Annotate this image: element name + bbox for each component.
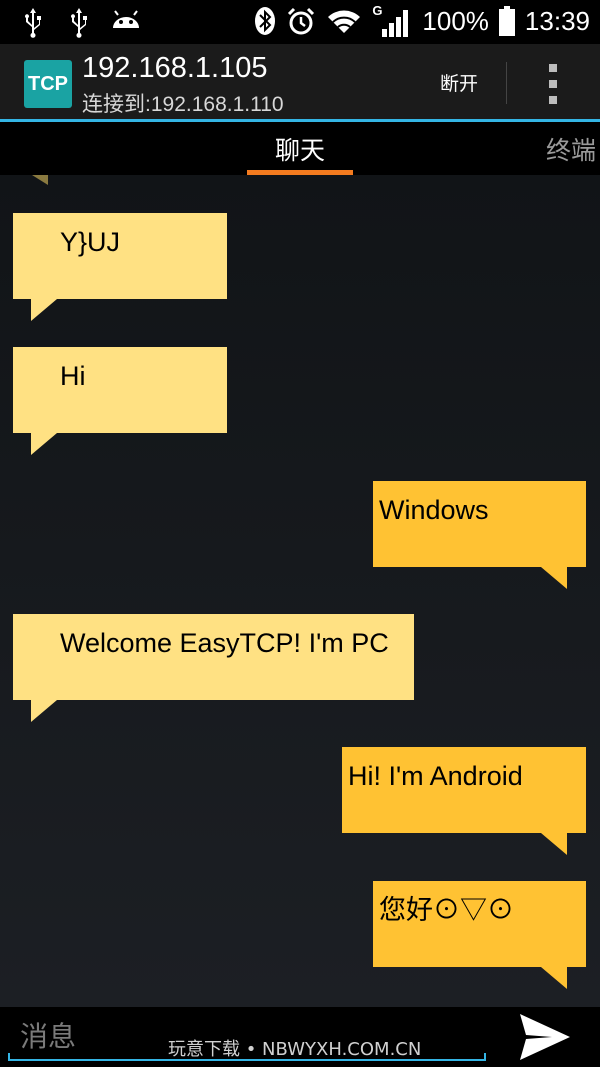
alarm-icon: [288, 7, 315, 35]
message-bubble-incoming[interactable]: Y}UJ: [13, 213, 227, 321]
status-bar: G 100% 13:39: [0, 0, 600, 44]
network-type-label: G: [372, 3, 383, 18]
tab-bar: 聊天 终端: [0, 122, 600, 175]
system-status-icons: G 100% 13:39: [254, 3, 590, 38]
battery-icon: [498, 6, 515, 36]
signal-indicator: G: [372, 3, 412, 37]
wifi-icon: [328, 10, 361, 34]
local-ip-title: 192.168.1.105: [82, 52, 268, 84]
message-bubble-outgoing[interactable]: 您好⊙▽⊙: [373, 881, 586, 989]
message-text: Windows: [379, 495, 489, 525]
message-bubble-incoming[interactable]: Welcome EasyTCP! I'm PC: [13, 614, 414, 722]
clock: 13:39: [524, 6, 590, 36]
message-text: 您好⊙▽⊙: [379, 895, 514, 925]
message-text: Welcome EasyTCP! I'm PC: [60, 628, 389, 658]
app-icon[interactable]: TCP: [24, 60, 72, 108]
send-button[interactable]: [514, 1009, 576, 1065]
bluetooth-icon: [255, 7, 276, 35]
message-bubble-incoming[interactable]: Hi: [13, 347, 227, 455]
message-text: Hi: [60, 361, 86, 391]
action-bar: TCP 192.168.1.105 连接到:192.168.1.110 断开: [0, 44, 600, 120]
signal-icon: [382, 10, 409, 37]
message-bubble-outgoing[interactable]: Windows: [373, 481, 586, 589]
chat-list[interactable]: Y}UJ Hi Windows Welcome EasyTCP! I'm PC …: [0, 175, 600, 1007]
previous-bubble-tail: [32, 175, 48, 185]
usb-icon: [71, 8, 87, 38]
disconnect-button[interactable]: 断开: [418, 64, 500, 100]
connection-subtitle: 连接到:192.168.1.110: [82, 93, 284, 116]
send-icon: [520, 1014, 570, 1060]
tab-chat-label: 聊天: [274, 135, 325, 165]
usb-icon: [25, 8, 41, 38]
message-text: Hi! I'm Android: [348, 761, 523, 791]
notification-icons: [18, 6, 142, 38]
android-debug-icon: [113, 10, 139, 28]
tab-terminal-label: 终端: [546, 135, 597, 165]
message-composer: 玩意下载 • NBWYXH.COM.CN: [0, 1007, 600, 1067]
tab-terminal[interactable]: 终端: [546, 122, 600, 175]
battery-percentage: 100%: [422, 6, 489, 36]
message-bubble-outgoing[interactable]: Hi! I'm Android: [342, 747, 586, 855]
message-text: Y}UJ: [60, 227, 121, 257]
overflow-menu-icon[interactable]: [542, 64, 564, 104]
watermark-text: 玩意下载 • NBWYXH.COM.CN: [168, 1039, 422, 1060]
action-divider: [506, 62, 507, 104]
tab-chat[interactable]: 聊天: [247, 122, 353, 175]
